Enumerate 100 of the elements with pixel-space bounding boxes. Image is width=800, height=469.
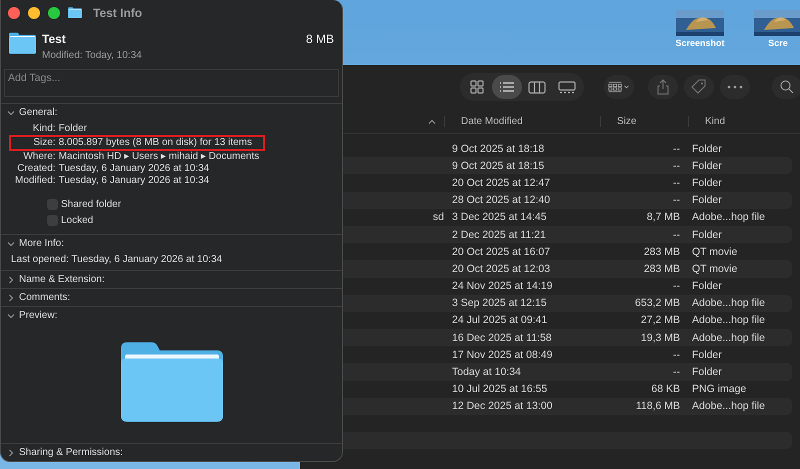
kind-cell-text: Folder (691, 348, 723, 361)
share-button[interactable] (648, 75, 678, 99)
chevron-icon (7, 276, 15, 284)
section-header[interactable]: Preview: (1, 307, 64, 324)
kind-cell-text: Folder (691, 228, 723, 241)
kind-cell-text: Adobe...hop file (691, 332, 766, 344)
date-cell-text: 10 Jul 2025 at 16:55 (451, 383, 548, 396)
more-button[interactable] (720, 75, 750, 99)
tags-field[interactable]: Add Tags... (4, 69, 339, 97)
size-cell-text: 118,6 MB (634, 400, 681, 412)
date-cell-text: 9 Oct 2025 at 18:18 (451, 142, 546, 155)
tag-icon (691, 79, 707, 95)
size-cell-text: -- (672, 280, 681, 292)
info-label: Where: (22, 151, 56, 163)
chevron-icon (7, 240, 15, 248)
column-header[interactable]: Date Modified (444, 116, 600, 126)
section-header[interactable]: Name & Extension: (1, 271, 111, 288)
kind-cell-text: Folder (691, 280, 723, 292)
size-cell-text: 19,3 MB (640, 332, 681, 344)
checkbox-label: Shared folder (61, 199, 122, 210)
view-button[interactable] (492, 75, 522, 99)
size-cell-text: -- (672, 228, 681, 241)
date-cell-text: 12 Dec 2025 at 13:00 (451, 400, 554, 412)
size-cell-text: 283 MB (642, 262, 681, 275)
date-cell-text: 3 Dec 2025 at 14:45 (451, 211, 548, 224)
window-title: Test Info (93, 6, 142, 20)
info-value: 8.005.897 bytes (8 MB on disk) for 13 items (58, 137, 254, 149)
info-label: Modified: (15, 175, 56, 187)
date-cell-text: 20 Oct 2025 at 12:47 (451, 176, 552, 189)
info-value: Tuesday, 6 January 2026 at 10:34 (58, 175, 210, 187)
kind-cell-text: QT movie (691, 262, 738, 275)
chevron-icon (7, 448, 15, 456)
date-cell-text: 24 Nov 2025 at 14:19 (451, 280, 554, 292)
size-cell-text: 8,7 MB (646, 211, 681, 224)
size-cell-text: -- (672, 366, 681, 378)
checkbox-label: Locked (61, 215, 94, 226)
group-button[interactable] (604, 75, 634, 99)
tag-button[interactable] (684, 75, 714, 99)
date-cell-text: 28 Oct 2025 at 12:40 (451, 194, 552, 206)
list-view-icon (499, 81, 515, 93)
date-cell-text: 24 Jul 2025 at 09:41 (451, 314, 548, 326)
zoom-button[interactable] (48, 6, 60, 18)
folder-icon (9, 32, 36, 54)
date-cell-text: 2 Dec 2025 at 11:21 (451, 228, 547, 241)
column-header[interactable]: Kind (688, 116, 800, 126)
chevron-icon (7, 294, 15, 302)
folder-icon (68, 7, 82, 18)
chevron-icon (7, 312, 15, 320)
size-cell-text: 283 MB (642, 246, 681, 258)
group-icon (608, 80, 630, 94)
info-label: Created: (16, 163, 56, 175)
section-header[interactable]: Comments: (1, 289, 76, 306)
kind-cell-text: Folder (691, 366, 723, 378)
info-label: Kind: (32, 123, 56, 135)
kind-cell-text: Adobe...hop file (691, 400, 766, 412)
size-cell-text: -- (672, 160, 681, 172)
column-header[interactable]: Size (600, 116, 688, 126)
columns-view-icon (528, 80, 546, 94)
close-button[interactable] (8, 6, 20, 18)
size-cell-text: -- (672, 142, 681, 155)
file-size: 8 MB (306, 32, 334, 46)
minimize-button[interactable] (28, 6, 40, 18)
date-cell-text: 20 Oct 2025 at 16:07 (451, 246, 552, 258)
kind-cell-text: Adobe...hop file (691, 211, 766, 224)
gallery-view-icon (558, 80, 576, 94)
kind-cell-text: Folder (691, 142, 723, 155)
file-name: Test (42, 32, 67, 46)
kind-cell-text: Adobe...hop file (691, 314, 766, 326)
info-value: Folder (58, 123, 88, 135)
file-name[interactable]: sd (432, 211, 444, 224)
folder-preview-icon (120, 340, 222, 422)
size-cell-text: 653,2 MB (634, 297, 681, 310)
more-icon (727, 85, 743, 89)
chevron-icon (7, 108, 15, 116)
size-cell-text: -- (672, 348, 681, 361)
date-cell-text: Today at 10:34 (451, 366, 522, 378)
date-cell-text: 20 Oct 2025 at 12:03 (451, 262, 552, 275)
search-icon (780, 80, 794, 94)
section-header[interactable]: More Info: (1, 235, 70, 252)
date-cell-text: 3 Sep 2025 at 12:15 (451, 297, 548, 310)
size-cell-text: -- (672, 194, 681, 206)
size-cell-text: 68 KB (650, 383, 681, 396)
date-cell-text: 9 Oct 2025 at 18:15 (451, 160, 546, 172)
search-button[interactable] (772, 75, 800, 99)
date-cell-text: 16 Dec 2025 at 11:58 (451, 332, 553, 344)
kind-cell-text: Folder (691, 176, 723, 189)
info-text: Last opened: Tuesday, 6 January 2026 at 10:34 (10, 253, 224, 267)
modified-text: Modified: Today, 10:34 (42, 50, 143, 61)
kind-cell-text: Folder (691, 160, 723, 172)
grid-view-icon (470, 80, 484, 94)
share-icon (656, 79, 670, 95)
section-header[interactable]: General: (1, 104, 64, 121)
date-cell-text: 17 Nov 2025 at 08:49 (451, 348, 554, 361)
kind-cell-text: Folder (691, 194, 723, 206)
info-value: Macintosh HD ▸ Users ▸ mihaid ▸ Documents (58, 151, 260, 163)
size-cell-text: 27,2 MB (640, 314, 681, 326)
size-cell-text: -- (672, 176, 681, 189)
section-header[interactable]: Sharing & Permissions: (1, 444, 129, 461)
sort-caret-icon (428, 118, 436, 124)
kind-cell-text: QT movie (691, 246, 738, 258)
